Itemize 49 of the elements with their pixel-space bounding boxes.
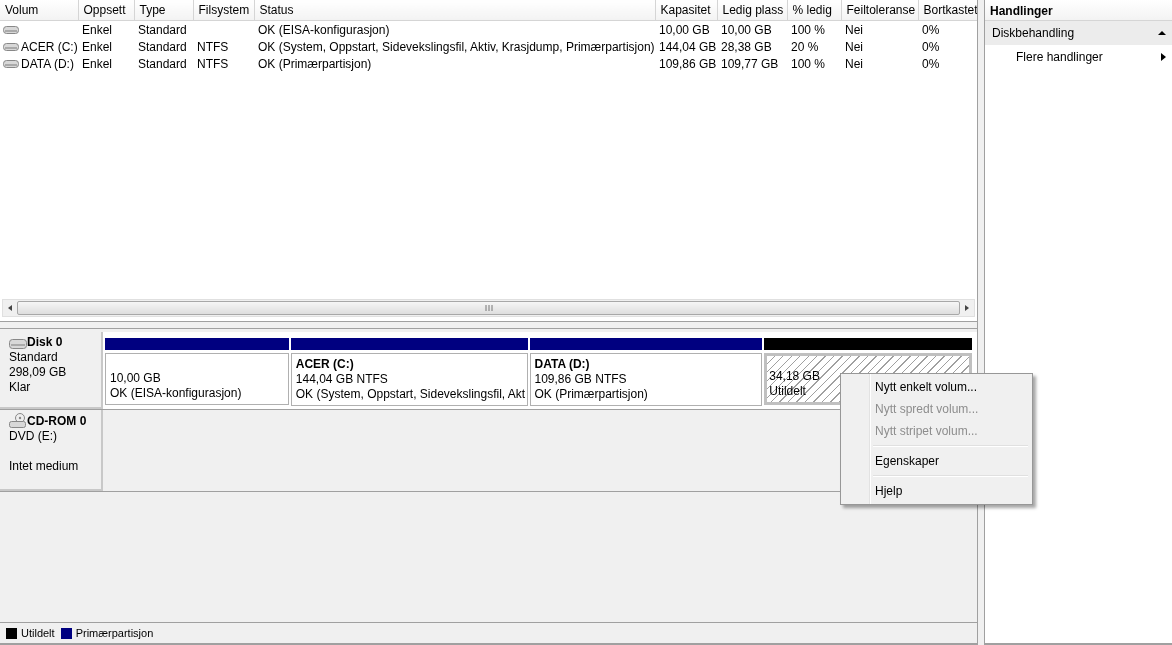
partition-size: 10,00 GB xyxy=(110,371,161,386)
partition-title: DATA (D:) xyxy=(534,357,590,372)
table-cell: Enkel xyxy=(82,39,113,54)
table-cell: Enkel xyxy=(82,56,113,71)
table-cell: 100 % xyxy=(791,56,826,71)
table-cell: DATA (D:) xyxy=(21,56,74,71)
disk-name: CD-ROM 0 xyxy=(27,414,87,429)
table-cell: Nei xyxy=(845,22,863,37)
disk-type: DVD (E:) xyxy=(9,429,58,444)
table-cell: NTFS xyxy=(197,39,229,54)
partition-size: 109,86 GB NTFS xyxy=(534,372,627,387)
partition-status: OK (System, Oppstart, Sidevekslingsfil, Akt xyxy=(295,387,526,402)
table-cell: OK (Primærpartisjon) xyxy=(258,56,372,71)
table-cell: 144,04 GB xyxy=(659,39,717,54)
table-cell: ACER (C:) xyxy=(21,39,78,54)
table-cell: 100 % xyxy=(791,22,826,37)
table-cell: Nei xyxy=(845,56,863,71)
partition-size: 144,04 GB NTFS xyxy=(295,372,388,387)
disk-name: Disk 0 xyxy=(27,335,63,350)
table-cell: Standard xyxy=(138,22,187,37)
table-cell: Nei xyxy=(845,39,863,54)
table-cell: NTFS xyxy=(197,56,229,71)
table-cell: 28,38 GB xyxy=(721,39,772,54)
disk-status: Klar xyxy=(9,380,32,395)
partition-size: 34,18 GB xyxy=(769,369,820,384)
table-cell: 109,86 GB xyxy=(659,56,717,71)
table-cell: Standard xyxy=(138,56,187,71)
partition-status: Utildelt xyxy=(769,384,806,399)
table-cell: 10,00 GB xyxy=(659,22,710,37)
action-label: Flere handlinger xyxy=(1016,50,1103,64)
partition-status: OK (Primærpartisjon) xyxy=(534,387,648,402)
table-cell: 10,00 GB xyxy=(721,22,772,37)
disk-type: Standard xyxy=(9,350,59,365)
partition-status: OK (EISA-konfigurasjon) xyxy=(110,386,242,401)
legend-label: Utildelt xyxy=(21,627,55,639)
table-cell: 109,77 GB xyxy=(721,56,779,71)
table-cell: OK (System, Oppstart, Sidevekslingsfil, Aktiv, Krasjdump, Primærpartisjon) xyxy=(258,39,655,54)
disk-status: Intet medium xyxy=(9,459,80,474)
partition-title: ACER (C:) xyxy=(295,357,354,372)
table-cell: 0% xyxy=(922,56,940,71)
legend-label: Primærpartisjon xyxy=(75,627,154,639)
table-cell: Enkel xyxy=(82,22,113,37)
table-cell: 0% xyxy=(922,22,940,37)
table-cell: 20 % xyxy=(791,39,819,54)
table-cell: OK (EISA-konfigurasjon) xyxy=(258,22,390,37)
table-cell: Standard xyxy=(138,39,187,54)
table-cell: 0% xyxy=(922,39,940,54)
disk-size: 298,09 GB xyxy=(9,365,68,380)
section-label: Diskbehandling xyxy=(992,26,1075,40)
